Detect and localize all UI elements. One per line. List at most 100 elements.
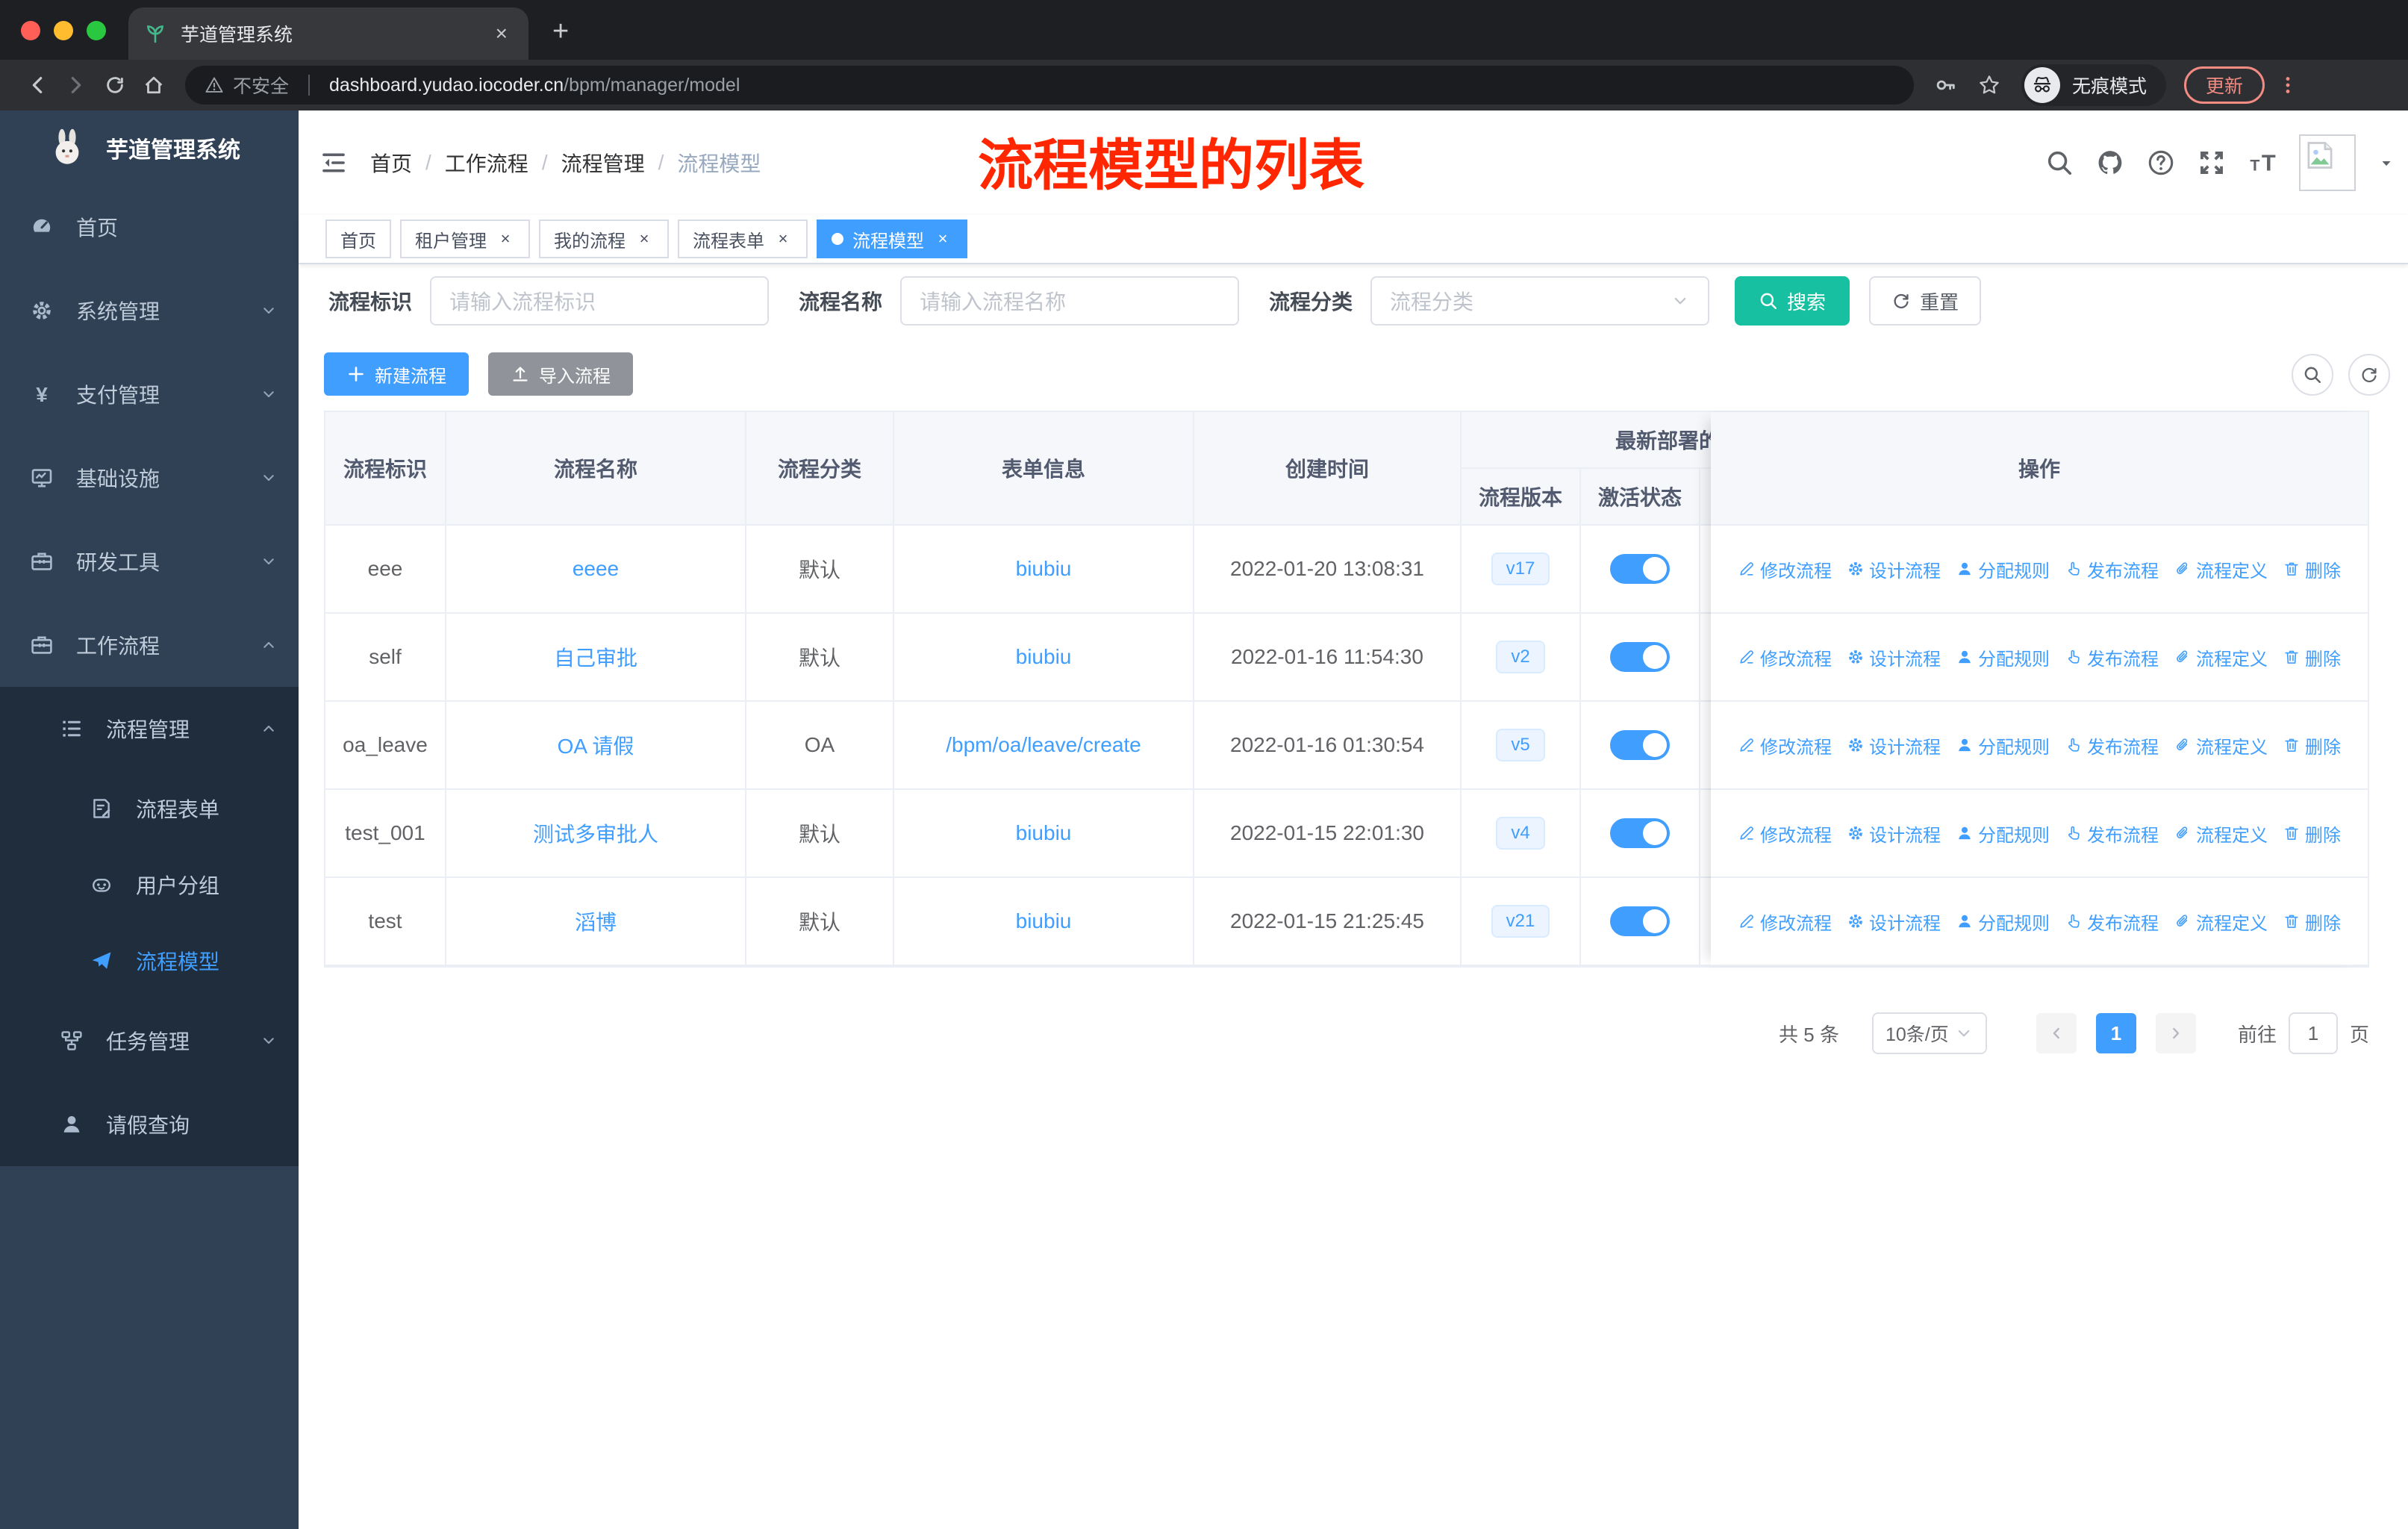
- avatar-caret-icon[interactable]: [2378, 155, 2395, 171]
- sidebar-item-1[interactable]: 系统管理: [0, 269, 299, 352]
- new-tab-button[interactable]: +: [552, 16, 569, 48]
- action-link[interactable]: 流程定义: [2174, 644, 2268, 670]
- header-search-icon[interactable]: [2045, 149, 2074, 177]
- cell-status[interactable]: [1581, 526, 1700, 614]
- action-link[interactable]: 删除: [2283, 909, 2341, 935]
- action-link[interactable]: 流程定义: [2174, 820, 2268, 847]
- toggle-search-button[interactable]: [2292, 354, 2333, 396]
- cell-form-info[interactable]: /bpm/oa/leave/create: [894, 702, 1194, 790]
- action-link[interactable]: 分配规则: [1956, 732, 2050, 759]
- breadcrumb-item[interactable]: 工作流程: [445, 148, 528, 178]
- action-link[interactable]: 设计流程: [1847, 732, 1941, 759]
- nav-tag[interactable]: 我的流程 ×: [539, 219, 669, 258]
- cell-process-name[interactable]: 测试多审批人: [446, 790, 746, 878]
- page-number-current[interactable]: 1: [2095, 1013, 2136, 1053]
- goto-page-input[interactable]: 1: [2288, 1012, 2338, 1054]
- nav-tag[interactable]: 流程表单 ×: [678, 219, 808, 258]
- help-icon[interactable]: [2147, 149, 2175, 177]
- action-link[interactable]: 设计流程: [1847, 644, 1941, 670]
- tag-close-icon[interactable]: ×: [933, 229, 952, 249]
- action-link[interactable]: 分配规则: [1956, 909, 2050, 935]
- sidebar-item-2[interactable]: ¥ 支付管理: [0, 352, 299, 436]
- zoom-window-button[interactable]: [87, 21, 106, 40]
- sidebar-item-7[interactable]: 流程表单: [0, 770, 299, 847]
- cell-status[interactable]: [1581, 878, 1700, 966]
- reload-icon[interactable]: [96, 74, 134, 96]
- address-bar[interactable]: 不安全 dashboard.yudao.iocoder.cn/bpm/manag…: [185, 66, 1914, 105]
- action-link[interactable]: 流程定义: [2174, 732, 2268, 759]
- forward-icon[interactable]: [57, 74, 96, 96]
- cell-status[interactable]: [1581, 614, 1700, 702]
- app-logo[interactable]: 芋道管理系统: [0, 110, 299, 185]
- sidebar-item-9[interactable]: 流程模型: [0, 923, 299, 999]
- action-link[interactable]: 修改流程: [1738, 556, 1832, 582]
- sidebar-item-6[interactable]: 流程管理: [0, 687, 299, 770]
- action-link[interactable]: 分配规则: [1956, 556, 2050, 582]
- category-select[interactable]: 流程分类: [1370, 276, 1710, 326]
- action-link[interactable]: 删除: [2283, 732, 2341, 759]
- action-link[interactable]: 发布流程: [2065, 732, 2159, 759]
- cell-form-info[interactable]: biubiu: [894, 878, 1194, 966]
- cell-form-info[interactable]: biubiu: [894, 526, 1194, 614]
- cell-status[interactable]: [1581, 790, 1700, 878]
- nav-tag[interactable]: 租户管理 ×: [400, 219, 530, 258]
- back-icon[interactable]: [18, 74, 57, 96]
- breadcrumb-item[interactable]: 首页: [370, 148, 412, 178]
- sidebar-item-11[interactable]: 请假查询: [0, 1083, 299, 1166]
- github-icon[interactable]: [2096, 149, 2124, 177]
- action-link[interactable]: 删除: [2283, 556, 2341, 582]
- action-link[interactable]: 流程定义: [2174, 556, 2268, 582]
- sidebar-item-5[interactable]: 工作流程: [0, 603, 299, 687]
- action-link[interactable]: 删除: [2283, 644, 2341, 670]
- cell-status[interactable]: [1581, 702, 1700, 790]
- action-link[interactable]: 发布流程: [2065, 909, 2159, 935]
- tab-close-icon[interactable]: ×: [490, 22, 514, 46]
- action-link[interactable]: 修改流程: [1738, 732, 1832, 759]
- process-name-input[interactable]: 请输入流程名称: [900, 276, 1240, 326]
- password-key-icon[interactable]: [1935, 74, 1957, 96]
- action-link[interactable]: 修改流程: [1738, 644, 1832, 670]
- cell-process-name[interactable]: OA 请假: [446, 702, 746, 790]
- minimize-window-button[interactable]: [54, 21, 73, 40]
- action-link[interactable]: 设计流程: [1847, 909, 1941, 935]
- next-page-button[interactable]: [2155, 1013, 2196, 1053]
- tag-close-icon[interactable]: ×: [773, 229, 793, 249]
- active-status-toggle[interactable]: [1610, 730, 1670, 760]
- active-status-toggle[interactable]: [1610, 906, 1670, 936]
- active-status-toggle[interactable]: [1610, 642, 1670, 672]
- action-link[interactable]: 发布流程: [2065, 644, 2159, 670]
- search-button[interactable]: 搜索: [1735, 276, 1850, 326]
- sidebar-item-8[interactable]: 用户分组: [0, 847, 299, 923]
- refresh-table-button[interactable]: [2348, 354, 2390, 396]
- sidebar-fold-icon[interactable]: [319, 149, 348, 177]
- prev-page-button[interactable]: [2036, 1013, 2077, 1053]
- sidebar-item-10[interactable]: 任务管理: [0, 999, 299, 1083]
- cell-process-name[interactable]: 自己审批: [446, 614, 746, 702]
- page-size-select[interactable]: 10条/页: [1871, 1012, 1987, 1054]
- import-process-button[interactable]: 导入流程: [488, 352, 633, 396]
- sidebar-item-3[interactable]: 基础设施: [0, 436, 299, 520]
- font-size-icon[interactable]: TT: [2248, 149, 2277, 177]
- action-link[interactable]: 发布流程: [2065, 556, 2159, 582]
- action-link[interactable]: 删除: [2283, 820, 2341, 847]
- fullscreen-icon[interactable]: [2198, 149, 2226, 177]
- action-link[interactable]: 修改流程: [1738, 820, 1832, 847]
- cell-process-name[interactable]: eeee: [446, 526, 746, 614]
- nav-tag[interactable]: 首页: [325, 219, 391, 258]
- nav-tag[interactable]: 流程模型 ×: [817, 219, 967, 258]
- home-icon[interactable]: [134, 74, 173, 96]
- browser-menu-icon[interactable]: [2277, 74, 2299, 96]
- browser-tab[interactable]: 芋道管理系统 ×: [128, 7, 528, 60]
- action-link[interactable]: 流程定义: [2174, 909, 2268, 935]
- browser-update-button[interactable]: 更新: [2184, 66, 2265, 104]
- close-window-button[interactable]: [21, 21, 40, 40]
- action-link[interactable]: 分配规则: [1956, 644, 2050, 670]
- process-key-input[interactable]: 请输入流程标识: [430, 276, 770, 326]
- user-avatar[interactable]: [2299, 134, 2356, 191]
- cell-form-info[interactable]: biubiu: [894, 790, 1194, 878]
- tag-close-icon[interactable]: ×: [496, 229, 515, 249]
- reset-button[interactable]: 重置: [1869, 276, 1982, 326]
- cell-form-info[interactable]: biubiu: [894, 614, 1194, 702]
- breadcrumb-item[interactable]: 流程管理: [561, 148, 645, 178]
- active-status-toggle[interactable]: [1610, 818, 1670, 848]
